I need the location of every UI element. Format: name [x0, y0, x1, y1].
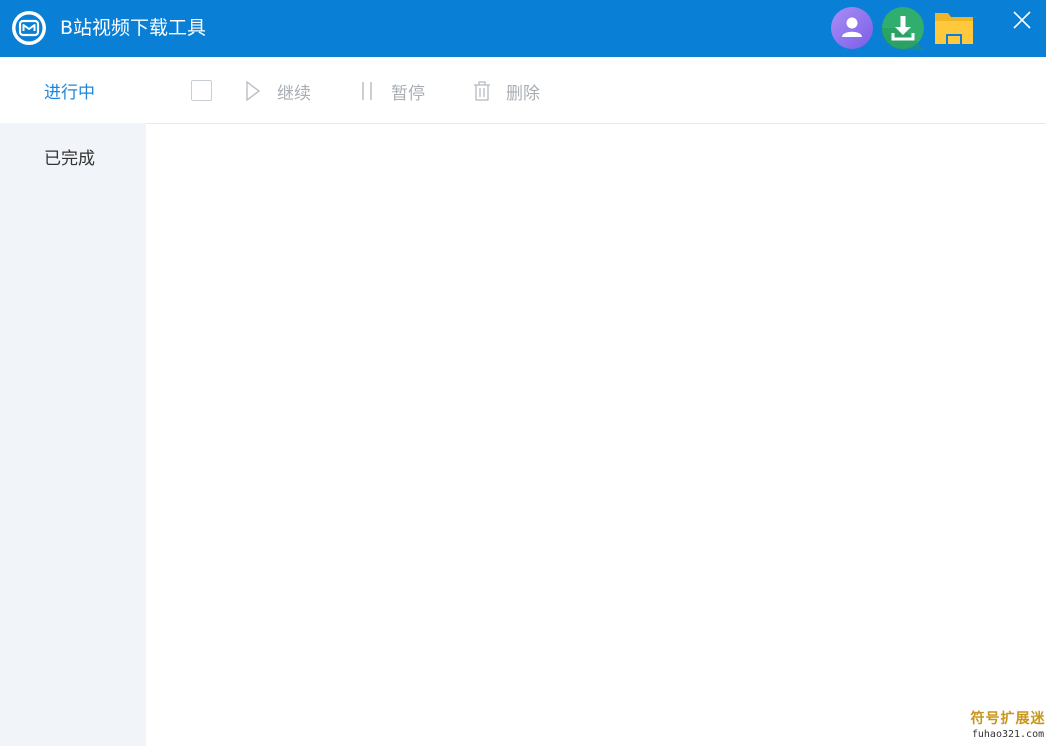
folder-icon[interactable] [932, 8, 976, 48]
toolbar: 继续 暂停 删除 [146, 57, 1046, 124]
title-bar: B站视频下载工具 [0, 0, 1046, 57]
delete-button[interactable]: 删除 [472, 77, 540, 105]
watermark-text: 符号扩展迷 [970, 711, 1046, 727]
pause-icon [357, 80, 377, 102]
continue-label: 继续 [277, 83, 311, 104]
pause-label: 暂停 [391, 83, 425, 104]
sidebar-item-label: 进行中 [44, 82, 95, 103]
play-icon [243, 80, 263, 102]
sidebar-item-completed[interactable]: 已完成 [0, 123, 146, 189]
close-icon [1013, 11, 1031, 29]
watermark-url: fuhao321.com [971, 729, 1045, 740]
bilibili-logo-icon [12, 11, 46, 45]
app-window: B站视频下载工具 进行中 已完成 继续 暂停 删除 [0, 0, 1046, 746]
user-avatar-icon[interactable] [830, 6, 874, 50]
watermark: 符号扩展迷 fuhao321.com [962, 710, 1054, 746]
sidebar-item-in-progress[interactable]: 进行中 [0, 57, 146, 123]
app-title: B站视频下载工具 [60, 17, 207, 39]
close-button[interactable] [1008, 6, 1036, 34]
select-all-checkbox[interactable] [191, 80, 212, 101]
download-list [146, 124, 1046, 746]
sidebar: 进行中 已完成 [0, 57, 146, 746]
delete-label: 删除 [506, 83, 540, 104]
pause-button[interactable]: 暂停 [357, 77, 425, 105]
download-icon[interactable] [881, 6, 925, 50]
sidebar-item-label: 已完成 [44, 148, 95, 169]
continue-button[interactable]: 继续 [243, 77, 311, 105]
trash-icon [472, 80, 492, 102]
